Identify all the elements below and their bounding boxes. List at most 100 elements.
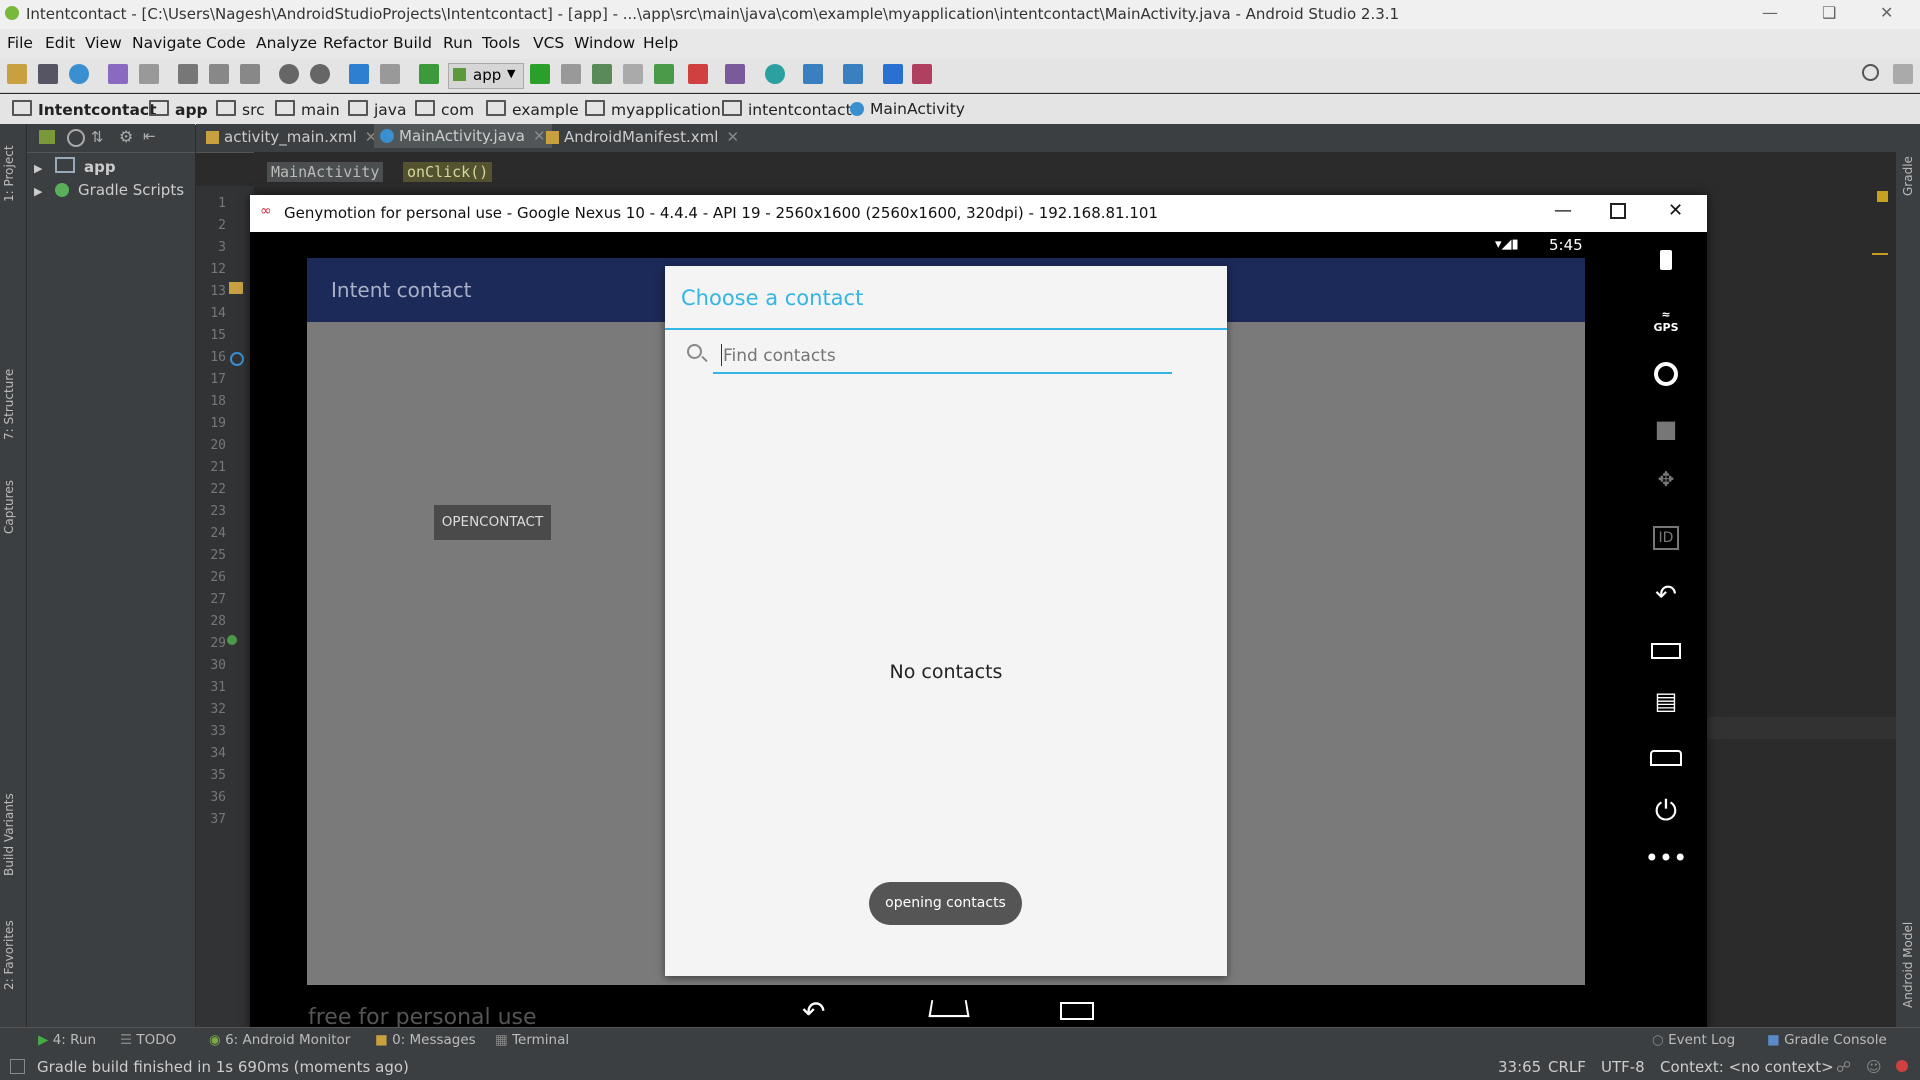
project-structure-icon[interactable] [803,64,823,84]
tool-todo[interactable]: ☰ TODO [120,1032,176,1048]
scroll-from-source-icon[interactable] [67,129,85,147]
tab-mainactivity-java[interactable]: MainActivity.java ✕ [374,124,552,148]
gear-icon[interactable]: ⚙ [119,127,133,146]
menu-code[interactable]: Code [206,34,246,52]
tab-android-model[interactable]: Android Model [1901,922,1915,1008]
close-tab-icon[interactable]: ✕ [726,128,739,146]
menu-view[interactable]: View [85,34,122,52]
minimize-icon[interactable]: — [1554,200,1572,221]
menu-tools[interactable]: Tools [482,34,520,52]
forward-icon[interactable] [380,64,400,84]
copy-icon[interactable] [209,64,229,84]
nav-class[interactable]: MainActivity [267,162,384,182]
crumb-example[interactable]: example [486,100,579,119]
close-icon[interactable]: ✕ [1880,3,1893,22]
tab-build-variants[interactable]: Build Variants [2,793,16,876]
line-separator[interactable]: CRLF [1548,1058,1586,1076]
tool-run[interactable]: ▶ 4: Run [38,1032,96,1048]
event-icon[interactable] [1893,64,1913,84]
dpad-icon[interactable]: ✥ [1640,467,1692,491]
menu-build[interactable]: Build [393,34,432,52]
run-icon[interactable] [530,64,550,84]
search-input[interactable] [721,342,1165,370]
back-button-icon[interactable]: ↶ [1640,580,1692,610]
layout-marker-icon[interactable] [229,282,243,294]
attach-debugger-icon[interactable] [654,64,674,84]
tool-android-monitor[interactable]: ◉ 6: Android Monitor [209,1032,350,1048]
open-contact-button[interactable]: OPENCONTACT [434,505,551,540]
menu-refactor[interactable]: Refactor [323,34,388,52]
paste-icon[interactable] [240,64,260,84]
tool-terminal[interactable]: ▦ Terminal [495,1032,569,1048]
back-nav-icon[interactable]: ↶ [802,995,825,1028]
crumb-mainactivity[interactable]: MainActivity [850,100,965,118]
caret-position[interactable]: 33:65 [1498,1058,1541,1076]
nav-method[interactable]: onClick() [403,162,493,182]
open-icon[interactable] [7,64,27,84]
run-config-select[interactable]: app ▼ [448,63,524,89]
inspector-icon[interactable]: ☺ [1866,1058,1882,1076]
context-indicator[interactable]: Context: <no context> [1660,1058,1834,1076]
tree-item-app[interactable]: ▶ app [34,157,116,176]
crumb-com[interactable]: com [415,100,474,119]
crumb-main[interactable]: main [275,100,340,119]
crumb-src[interactable]: src [216,100,265,119]
error-indicator-icon[interactable] [1896,1060,1908,1072]
menu-edit[interactable]: Edit [45,34,75,52]
hide-panel-icon[interactable]: ⇤ [143,127,156,145]
sdk-manager-icon[interactable] [843,64,863,84]
crumb-myapplication[interactable]: myapplication [585,100,721,119]
debug-icon[interactable] [592,64,612,84]
battery-icon[interactable] [1640,248,1692,276]
close-icon[interactable]: ✕ [1668,200,1683,221]
menu-run[interactable]: Run [443,34,473,52]
collapse-all-icon[interactable]: ⇅ [91,128,104,146]
close-tab-icon[interactable]: ✕ [533,127,546,145]
make-project-icon[interactable] [419,64,439,84]
screencast-icon[interactable]: ■ [1640,415,1692,443]
tab-favorites[interactable]: 2: Favorites [2,920,16,990]
genymotion-icon[interactable] [912,64,932,84]
find-icon[interactable] [279,64,299,84]
save-icon[interactable] [38,64,58,84]
lock-icon[interactable]: ☍ [1836,1058,1851,1076]
menu-navigate[interactable]: Navigate [132,34,202,52]
menu-window[interactable]: Window [574,34,635,52]
undo-icon[interactable] [108,64,128,84]
crumb-intentcontact[interactable]: intentcontact [722,100,852,119]
help-icon[interactable] [883,64,903,84]
profile-icon[interactable] [623,64,643,84]
menu-file[interactable]: File [7,34,33,52]
webcam-icon[interactable] [1640,362,1692,392]
stop-icon[interactable] [688,64,708,84]
home-icon[interactable] [1640,744,1692,772]
tab-gradle[interactable]: Gradle [1901,156,1915,196]
menu-icon[interactable]: ▤ [1640,687,1692,715]
gps-icon[interactable]: ≈ GPS [1640,308,1692,334]
home-nav-icon[interactable] [928,1000,970,1018]
redo-icon[interactable] [139,64,159,84]
search-everywhere-icon[interactable] [1862,64,1879,81]
minimize-icon[interactable]: — [1762,3,1778,22]
file-encoding[interactable]: UTF-8 [1601,1058,1645,1076]
override-marker-icon[interactable] [230,352,244,366]
crumb-project[interactable]: Intentcontact [12,100,157,119]
avd-manager-icon[interactable] [725,64,745,84]
back-icon[interactable] [349,64,369,84]
restore-icon[interactable]: ❑ [1822,3,1836,22]
tool-gradle-console[interactable]: ■ Gradle Console [1767,1032,1887,1048]
recents-nav-icon[interactable] [1060,1002,1094,1020]
menu-vcs[interactable]: VCS [533,34,564,52]
apply-changes-icon[interactable] [561,64,581,84]
crumb-app[interactable]: app [149,100,208,119]
recent-apps-icon[interactable] [1640,637,1692,665]
tool-messages[interactable]: ■ 0: Messages [375,1032,476,1048]
gradle-sync-icon[interactable] [765,64,785,84]
power-icon[interactable]: ⏻ [1640,794,1692,828]
tree-item-gradle-scripts[interactable]: ▶ Gradle Scripts [34,181,184,199]
device-screen[interactable]: Intent contact OPENCONTACT Choose a cont… [307,258,1585,985]
tab-structure[interactable]: 7: Structure [2,369,16,440]
menu-help[interactable]: Help [643,34,678,52]
tool-event-log[interactable]: ○ Event Log [1652,1032,1735,1048]
tab-captures[interactable]: Captures [2,480,16,534]
